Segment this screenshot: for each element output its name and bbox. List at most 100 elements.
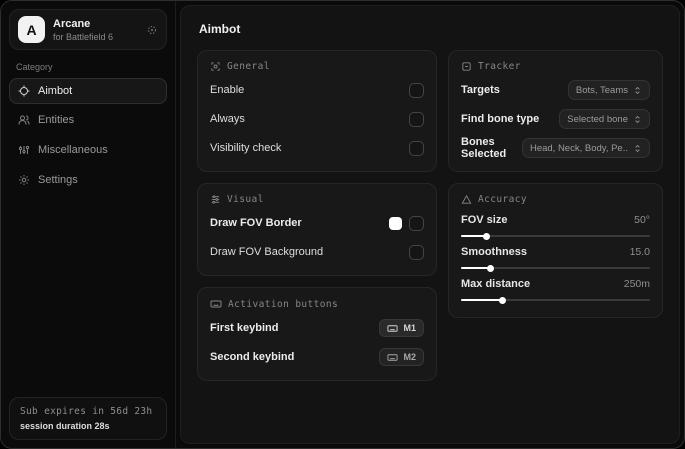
max-distance-slider[interactable]	[461, 296, 650, 304]
session-duration-text: session duration 28s	[20, 421, 110, 431]
crosshair-settings-icon[interactable]	[146, 24, 158, 36]
setting-label: Targets	[461, 84, 500, 96]
fov-size-slider[interactable]	[461, 232, 650, 240]
second-keybind-button[interactable]: M2	[379, 348, 424, 366]
triangle-icon	[461, 194, 472, 205]
section-title: Visual	[227, 194, 264, 205]
sidebar-item-entities[interactable]: Entities	[9, 107, 167, 133]
keybind-value: M2	[403, 352, 416, 362]
setting-label: Find bone type	[461, 113, 540, 125]
max-distance-slider-block: Max distance 250m	[461, 278, 650, 304]
find-bone-type-dropdown[interactable]: Selected bone	[559, 109, 650, 129]
sidebar-item-miscellaneous[interactable]: Miscellaneous	[9, 137, 167, 163]
activation-card: Activation buttons First keybind M1 Seco…	[197, 287, 437, 381]
setting-row-targets: Targets Bots, Teams	[461, 79, 650, 101]
subscription-card: Sub expires in 56d 23h session duration …	[9, 397, 167, 440]
fov-size-slider-block: FOV size 50°	[461, 214, 650, 240]
draw-fov-background-checkbox[interactable]	[409, 244, 424, 260]
slider-label: Max distance	[461, 278, 531, 290]
keyboard-icon	[387, 323, 399, 334]
setting-row-enable: Enable	[210, 79, 424, 101]
column-left: General Enable Always Visibility check V…	[197, 50, 437, 392]
dropdown-value: Bots, Teams	[575, 84, 628, 96]
draw-fov-border-checkbox[interactable]	[409, 215, 424, 231]
setting-label: Always	[210, 113, 245, 125]
visual-header: Visual	[210, 194, 424, 205]
always-checkbox[interactable]	[409, 111, 424, 127]
bones-selected-dropdown[interactable]: Head, Neck, Body, Pe..	[521, 138, 650, 158]
box-minus-icon	[461, 61, 472, 72]
crosshair-icon	[18, 85, 30, 97]
general-card: General Enable Always Visibility check	[197, 50, 437, 172]
setting-row-bones-selected: Bones Selected Head, Neck, Body, Pe..	[461, 136, 650, 160]
setting-row-always: Always	[210, 108, 424, 130]
scan-icon	[210, 61, 221, 72]
column-right: Tracker Targets Bots, Teams Find bone ty…	[448, 50, 663, 329]
setting-label: Draw FOV Background	[210, 246, 324, 258]
brand-text: Arcane for Battlefield 6	[53, 18, 138, 42]
chevron-updown-icon	[633, 144, 642, 153]
visibility-check-checkbox[interactable]	[409, 140, 424, 156]
targets-dropdown[interactable]: Bots, Teams	[567, 80, 650, 100]
gear-icon	[18, 174, 30, 186]
dropdown-value: Selected bone	[567, 113, 628, 125]
setting-label: First keybind	[210, 322, 279, 334]
brand-title: Arcane	[53, 17, 91, 30]
brand-card: A Arcane for Battlefield 6	[9, 9, 167, 50]
page-title: Aimbot	[199, 22, 241, 36]
activation-header: Activation buttons	[210, 298, 424, 310]
setting-row-first-keybind: First keybind M1	[210, 317, 424, 339]
brand-avatar: A	[18, 16, 45, 43]
sub-expiry-text: Sub expires in 56d 23h	[20, 406, 153, 417]
setting-label: Visibility check	[210, 142, 282, 154]
setting-label: Second keybind	[210, 351, 295, 363]
slider-fill	[461, 232, 491, 240]
smoothness-slider-block: Smoothness 15.0	[461, 246, 650, 272]
setting-row-second-keybind: Second keybind M2	[210, 346, 424, 368]
sidebar-item-settings[interactable]: Settings	[9, 167, 167, 193]
sidebar-item-label: Settings	[38, 174, 78, 186]
accuracy-header: Accuracy	[461, 194, 650, 205]
keyboard-icon	[387, 352, 399, 363]
sidebar-item-label: Miscellaneous	[38, 144, 108, 156]
app-window: A Arcane for Battlefield 6 Category Aimb…	[0, 0, 685, 449]
smoothness-slider[interactable]	[461, 264, 650, 272]
sidebar-item-label: Entities	[38, 114, 75, 126]
tracker-header: Tracker	[461, 61, 650, 72]
sidebar-item-aimbot[interactable]: Aimbot	[9, 78, 167, 104]
category-label: Category	[16, 62, 53, 72]
setting-row-draw-fov-border: Draw FOV Border	[210, 212, 424, 234]
chevron-updown-icon	[633, 86, 642, 95]
slider-value: 250m	[623, 278, 650, 290]
sliders-icon	[18, 144, 30, 156]
sidebar: A Arcane for Battlefield 6 Category Aimb…	[1, 1, 176, 448]
section-title: General	[227, 61, 270, 72]
adjust-icon	[210, 194, 221, 205]
setting-label: Enable	[210, 84, 245, 96]
setting-label: Bones Selected	[461, 136, 507, 160]
section-title: Activation buttons	[228, 298, 339, 310]
setting-row-find-bone-type: Find bone type Selected bone	[461, 108, 650, 130]
visual-card: Visual Draw FOV Border Draw FOV Backgrou…	[197, 183, 437, 276]
slider-label: Smoothness	[461, 246, 528, 258]
general-header: General	[210, 61, 424, 72]
enable-checkbox[interactable]	[409, 82, 424, 98]
sidebar-item-label: Aimbot	[38, 85, 73, 97]
chevron-updown-icon	[633, 115, 642, 124]
main-panel: Aimbot General Enable Always Visibility …	[180, 5, 680, 444]
setting-row-visibility-check: Visibility check	[210, 137, 424, 159]
dropdown-value: Head, Neck, Body, Pe..	[529, 142, 628, 154]
slider-fill	[461, 264, 495, 272]
tracker-card: Tracker Targets Bots, Teams Find bone ty…	[448, 50, 663, 172]
slider-label: FOV size	[461, 214, 508, 226]
brand-subtitle: for Battlefield 6	[53, 31, 114, 42]
first-keybind-button[interactable]: M1	[379, 319, 424, 337]
content-columns: General Enable Always Visibility check V…	[197, 50, 663, 392]
keybind-value: M1	[403, 323, 416, 333]
slider-fill	[461, 296, 506, 304]
fov-border-color-swatch[interactable]	[389, 216, 402, 230]
setting-label: Draw FOV Border	[210, 217, 302, 229]
accuracy-card: Accuracy FOV size 50° Smoothness 15.0 Ma…	[448, 183, 663, 318]
section-title: Tracker	[478, 61, 521, 72]
